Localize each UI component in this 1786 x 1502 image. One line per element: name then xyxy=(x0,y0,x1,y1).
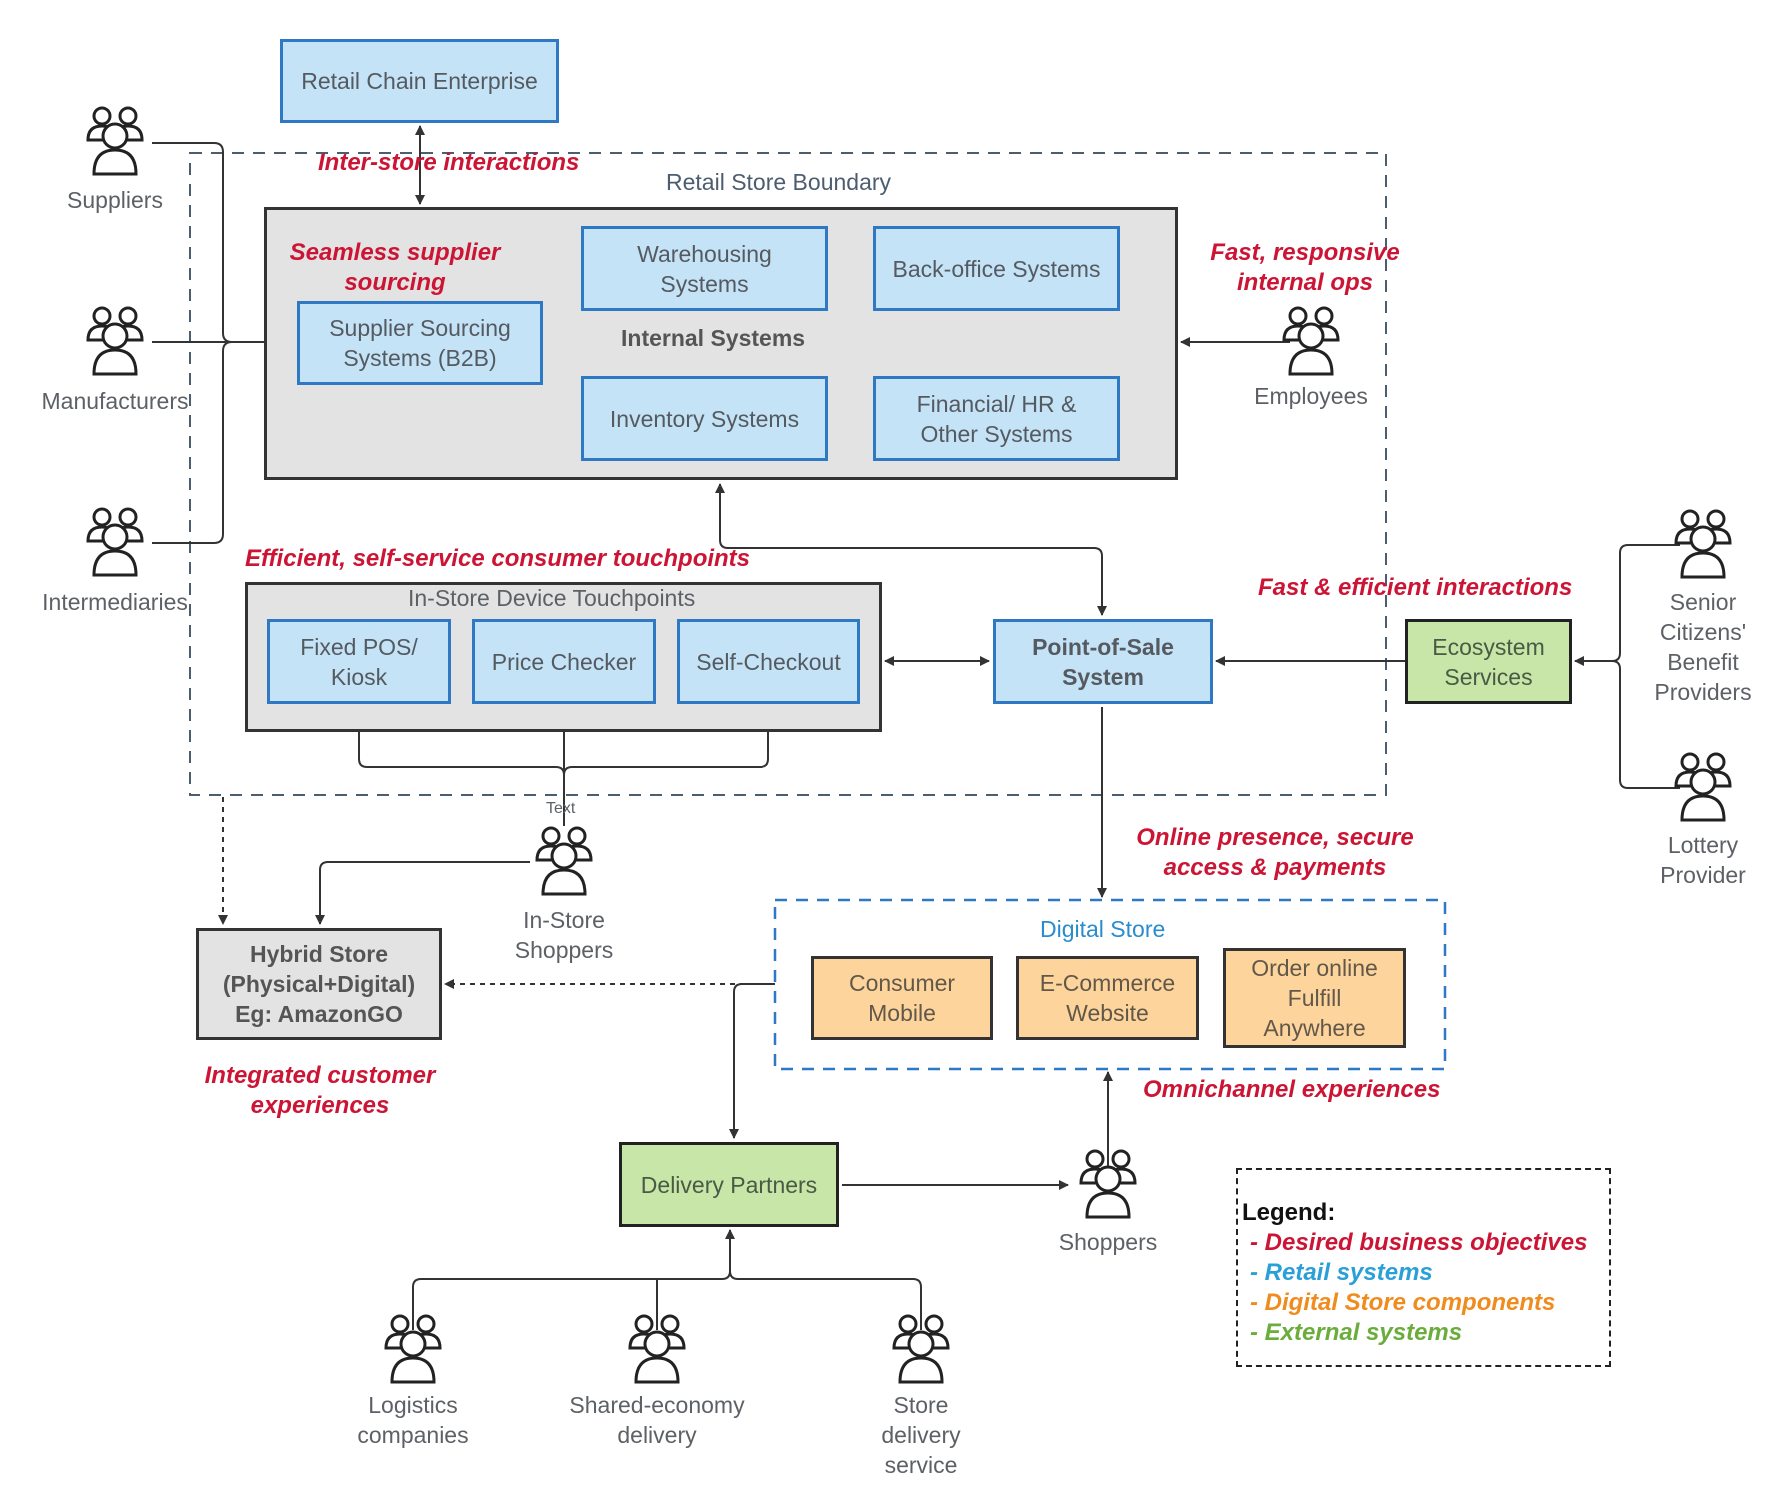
inventory-box[interactable]: Inventory Systems xyxy=(581,376,828,461)
arrow-intermediaries xyxy=(152,341,233,544)
back-office-box[interactable]: Back-office Systems xyxy=(873,226,1120,311)
senior-citizens-icon xyxy=(1674,509,1732,579)
price-checker-box[interactable]: Price Checker xyxy=(472,619,656,704)
consumer-mobile-box[interactable]: Consumer Mobile xyxy=(811,956,993,1040)
objective-integrated: Integrated customer experiences xyxy=(204,1062,436,1119)
suppliers-label: Suppliers xyxy=(67,187,163,213)
ecommerce-website-box[interactable]: E-Commerce Website xyxy=(1016,956,1199,1040)
financial-hr-box[interactable]: Financial/ HR & Other Systems xyxy=(873,376,1120,461)
warehousing-box[interactable]: Warehousing Systems xyxy=(581,226,828,311)
objective-fast-efficient: Fast & efficient interactions xyxy=(1258,574,1573,601)
intermediaries-label: Intermediaries xyxy=(42,589,188,615)
self-checkout-box[interactable]: Self-Checkout xyxy=(677,619,860,704)
intermediaries-icon xyxy=(86,507,144,577)
shoppers-label: Shoppers xyxy=(1058,1229,1158,1255)
lottery-provider-label: Lottery Provider xyxy=(1660,832,1746,888)
point-of-sale-box[interactable]: Point-of-Sale System xyxy=(993,619,1213,704)
touchpoints-title: In-Store Device Touchpoints xyxy=(408,585,696,611)
supplier-sourcing-box[interactable]: Supplier Sourcing Systems (B2B) xyxy=(297,301,543,385)
objective-inter-store: Inter-store interactions xyxy=(318,149,580,176)
legend-item-digital-store: - Digital Store components xyxy=(1250,1289,1556,1316)
senior-citizens-label: Senior Citizens' Benefit Providers xyxy=(1654,589,1752,705)
arrow-digital-delivery xyxy=(729,983,775,1139)
boundary-title: Retail Store Boundary xyxy=(666,169,892,195)
objective-omnichannel: Omnichannel experiences xyxy=(1143,1076,1441,1103)
legend-title: Legend: xyxy=(1242,1199,1336,1226)
arrow-store-delivery xyxy=(729,1270,922,1330)
store-delivery-label: Store delivery service xyxy=(881,1392,961,1478)
in-store-shoppers-label: In-Store Shoppers xyxy=(514,907,614,963)
internal-systems-title: Internal Systems xyxy=(621,325,806,351)
hybrid-store-box[interactable]: Hybrid Store (Physical+Digital) Eg: Amaz… xyxy=(196,928,442,1040)
legend-item-external: - External systems xyxy=(1250,1319,1463,1346)
arrow-suppliers xyxy=(152,142,233,343)
suppliers-icon xyxy=(86,106,144,176)
lottery-provider-icon xyxy=(1674,752,1732,822)
delivery-partners-box[interactable]: Delivery Partners xyxy=(619,1142,839,1227)
retail-chain-enterprise-box[interactable]: Retail Chain Enterprise xyxy=(280,39,559,123)
legend: Legend: - Desired business objectives - … xyxy=(1236,1168,1611,1367)
shared-economy-label: Shared-economy delivery xyxy=(569,1392,745,1448)
legend-item-objectives: - Desired business objectives xyxy=(1250,1229,1588,1256)
in-store-shoppers-icon xyxy=(535,826,593,896)
objective-self-service: Efficient, self-service consumer touchpo… xyxy=(245,545,751,572)
arrow-logistics xyxy=(412,1270,731,1330)
ecosystem-services-box[interactable]: Ecosystem Services xyxy=(1405,619,1572,704)
manufacturers-icon xyxy=(86,306,144,376)
employees-icon xyxy=(1282,306,1340,376)
manufacturers-label: Manufacturers xyxy=(41,388,189,414)
legend-item-retail-systems: - Retail systems xyxy=(1250,1259,1433,1286)
objective-fast-internal: Fast, responsive internal ops xyxy=(1210,239,1400,296)
connector-text-label: Text xyxy=(546,800,576,817)
fixed-pos-kiosk-box[interactable]: Fixed POS/ Kiosk xyxy=(267,619,451,704)
employees-label: Employees xyxy=(1254,383,1368,409)
objective-online-presence: Online presence, secure access & payment… xyxy=(1136,824,1414,881)
logistics-label: Logistics companies xyxy=(357,1392,469,1448)
digital-store-title: Digital Store xyxy=(1040,916,1166,942)
order-online-box[interactable]: Order online Fulfill Anywhere xyxy=(1223,948,1406,1048)
arrow-shoppers-hybrid xyxy=(315,861,530,925)
objective-seamless-supplier: Seamless supplier sourcing xyxy=(289,239,501,296)
